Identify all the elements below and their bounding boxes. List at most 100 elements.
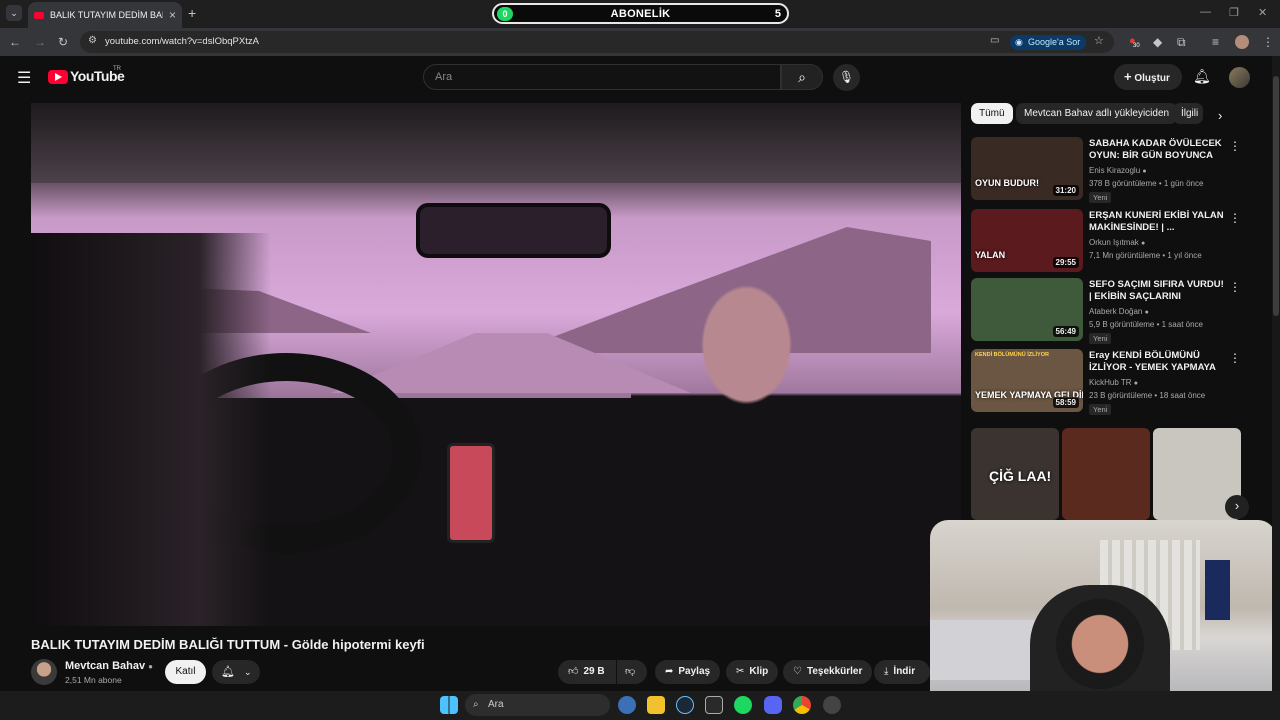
recommendation-thumbnail[interactable]: 56:49 <box>971 278 1083 341</box>
tab-title: BALIK TUTAYIM DEDİM BALIĞI TUTTUM <box>50 10 163 20</box>
account-avatar[interactable] <box>1229 67 1250 88</box>
recommendation-channel[interactable]: Ataberk Doğan ● <box>1089 307 1149 316</box>
download-button[interactable]: ⤓ İndir <box>874 660 930 684</box>
recommendation-card[interactable]: OYUN BUDUR! 31:20 SABAHA KADAR ÖVÜLECEK … <box>971 137 1271 203</box>
short-thumbnail[interactable]: ÇİĞ LAA! <box>971 428 1059 520</box>
clip-button[interactable]: ✂ Klip <box>726 660 779 684</box>
video-frame-mirror <box>416 203 611 258</box>
site-info-icon[interactable]: ⚙ <box>88 36 97 46</box>
extensions-puzzle-icon[interactable]: ⧉ <box>1177 36 1186 48</box>
chrome-menu-icon[interactable]: ⋮ <box>1262 36 1274 48</box>
scrollbar-thumb[interactable] <box>1273 76 1279 316</box>
more-actions-icon[interactable]: ⋮ <box>1229 139 1241 153</box>
bookmark-star-icon[interactable]: ☆ <box>1094 36 1104 47</box>
chip-related[interactable]: İlgili <box>1173 103 1203 124</box>
discord-icon[interactable] <box>764 696 782 714</box>
microphone-icon: 🎙 <box>838 70 855 84</box>
recommendation-title[interactable]: Eray KENDİ BÖLÜMÜNÜ İZLİYOR - YEMEK YAPM… <box>1089 350 1224 374</box>
dislike-button[interactable]: 👎︎ <box>617 660 647 684</box>
app-icon-1[interactable] <box>618 696 636 714</box>
page-scrollbar[interactable] <box>1272 56 1280 691</box>
lens-icon: ◉ <box>1015 37 1023 47</box>
new-tab-icon[interactable]: + <box>188 5 196 21</box>
verified-badge-icon: ● <box>1142 168 1147 175</box>
more-actions-icon[interactable]: ⋮ <box>1229 211 1241 225</box>
channel-avatar[interactable] <box>31 659 57 685</box>
browser-tab-active[interactable]: BALIK TUTAYIM DEDİM BALIĞI TUTTUM × <box>28 2 182 28</box>
video-player[interactable] <box>31 103 961 626</box>
recommendation-card[interactable]: 56:49 SEFO SAÇIMI SIFIRA VURDU! | EKİBİN… <box>971 278 1271 344</box>
address-bar[interactable]: ⚙ youtube.com/watch?v=dslObqPXtzA ▭ ◉ Go… <box>80 31 1114 53</box>
share-button[interactable]: ➦ Paylaş <box>655 660 721 684</box>
profile-avatar-icon[interactable] <box>1235 35 1249 49</box>
more-actions-icon[interactable]: ⋮ <box>1229 351 1241 365</box>
thumbnail-caption-2: KENDİ BÖLÜMÜNÜ İZLİYOR <box>975 352 1049 358</box>
subscriber-count: 2,51 Mn abone <box>65 675 122 685</box>
recommendation-thumbnail[interactable]: OYUN BUDUR! 31:20 <box>971 137 1083 200</box>
search-input[interactable]: Ara <box>423 64 781 90</box>
epic-games-icon[interactable] <box>705 696 723 714</box>
app-icon-8[interactable] <box>823 696 841 714</box>
like-count: 29 B <box>583 666 605 677</box>
minimize-icon[interactable]: — <box>1200 6 1211 18</box>
play-triangle-icon <box>55 73 62 81</box>
file-explorer-icon[interactable] <box>647 696 665 714</box>
video-duration: 29:55 <box>1052 257 1079 268</box>
thumbnail-caption: YALAN <box>975 250 1006 260</box>
close-window-icon[interactable]: ✕ <box>1258 6 1267 19</box>
reload-icon[interactable]: ↻ <box>58 36 68 48</box>
recommendation-title[interactable]: ERŞAN KUNERİ EKİBİ YALAN MAKİNESİNDE! | … <box>1089 210 1224 234</box>
recommendation-channel[interactable]: Enis Kirazoglu ● <box>1089 166 1147 175</box>
webcam-flag <box>1205 560 1230 620</box>
channel-name-text: Mevtcan Bahav <box>65 660 146 672</box>
like-button[interactable]: 👍︎ 29 B <box>558 660 616 684</box>
tab-list-chevron-icon[interactable]: ⌄ <box>6 5 22 21</box>
subscribe-notifications-button[interactable]: 🔔︎ ⌄ <box>212 660 260 684</box>
video-frame-driver <box>31 233 271 626</box>
cast-icon[interactable]: ▭ <box>990 36 999 46</box>
recommendation-title[interactable]: SABAHA KADAR ÖVÜLECEK OYUN: BİR GÜN BOYU… <box>1089 138 1224 162</box>
steam-icon[interactable] <box>676 696 694 714</box>
chrome-icon[interactable] <box>793 696 811 714</box>
close-tab-icon[interactable]: × <box>169 8 176 22</box>
shorts-next-button[interactable]: › <box>1225 495 1249 519</box>
more-actions-icon[interactable]: ⋮ <box>1229 280 1241 294</box>
recommendation-card[interactable]: YALAN 29:55 ERŞAN KUNERİ EKİBİ YALAN MAK… <box>971 209 1271 275</box>
windows-start-icon[interactable] <box>440 696 458 714</box>
chip-all[interactable]: Tümü <box>971 103 1013 124</box>
join-button[interactable]: Katıl <box>165 660 206 684</box>
restore-icon[interactable]: ❐ <box>1229 6 1239 19</box>
thanks-button[interactable]: ♡ Teşekkürler <box>783 660 873 684</box>
channel-name[interactable]: Mevtcan Bahav ● <box>65 660 153 672</box>
back-arrow-icon[interactable]: ← <box>9 36 21 48</box>
recommendation-card[interactable]: YEMEK YAPMAYA GELDİN, BAYAN YEDİK! KENDİ… <box>971 349 1271 415</box>
chip-uploader[interactable]: Mevtcan Bahav adlı yükleyiciden <box>1016 103 1178 124</box>
extension-diamond-icon[interactable]: ◆ <box>1153 36 1162 48</box>
taskbar-search-label: Ara <box>488 699 504 710</box>
browser-tab-strip: ⌄ BALIK TUTAYIM DEDİM BALIĞI TUTTUM × + … <box>0 0 1280 28</box>
search-button[interactable]: ⌕ <box>781 64 823 90</box>
chips-next-chevron-icon[interactable]: › <box>1218 108 1222 123</box>
recommendation-channel[interactable]: KickHub TR ● <box>1089 378 1138 387</box>
recommendation-thumbnail[interactable]: YEMEK YAPMAYA GELDİN, BAYAN YEDİK! KENDİ… <box>971 349 1083 412</box>
heart-dollar-icon: ♡ <box>793 666 802 677</box>
taskbar-search[interactable]: ⌕ Ara <box>465 694 610 716</box>
google-sor-button[interactable]: ◉ Google'a Sor <box>1010 35 1087 50</box>
reading-list-icon[interactable]: ≡ <box>1212 36 1219 48</box>
recommendation-title[interactable]: SEFO SAÇIMI SIFIRA VURDU! | EKİBİN SAÇLA… <box>1089 279 1224 303</box>
forward-arrow-icon[interactable]: → <box>34 36 46 48</box>
short-thumbnail[interactable] <box>1062 428 1150 520</box>
new-badge: Yeni <box>1089 404 1112 415</box>
recommendation-meta: 7,1 Mn görüntüleme • 1 yıl önce <box>1089 251 1202 260</box>
hamburger-menu-icon[interactable]: ☰ <box>17 68 31 88</box>
recommendation-thumbnail[interactable]: YALAN 29:55 <box>971 209 1083 272</box>
recommendation-meta: 5,9 B görüntüleme • 1 saat önce <box>1089 320 1203 329</box>
voice-search-button[interactable]: 🎙 <box>833 64 860 91</box>
recommendation-channel[interactable]: Orkun Işıtmak ● <box>1089 238 1145 247</box>
recommendation-meta: 378 B görüntüleme • 1 gün önce <box>1089 179 1204 188</box>
create-button[interactable]: + Oluştur <box>1114 64 1182 90</box>
spotify-icon[interactable] <box>734 696 752 714</box>
notifications-bell-icon[interactable]: 🔔︎ <box>1193 68 1211 85</box>
download-icon: ⤓ <box>884 666 889 677</box>
recommendation-meta: 23 B görüntüleme • 18 saat önce <box>1089 391 1206 400</box>
